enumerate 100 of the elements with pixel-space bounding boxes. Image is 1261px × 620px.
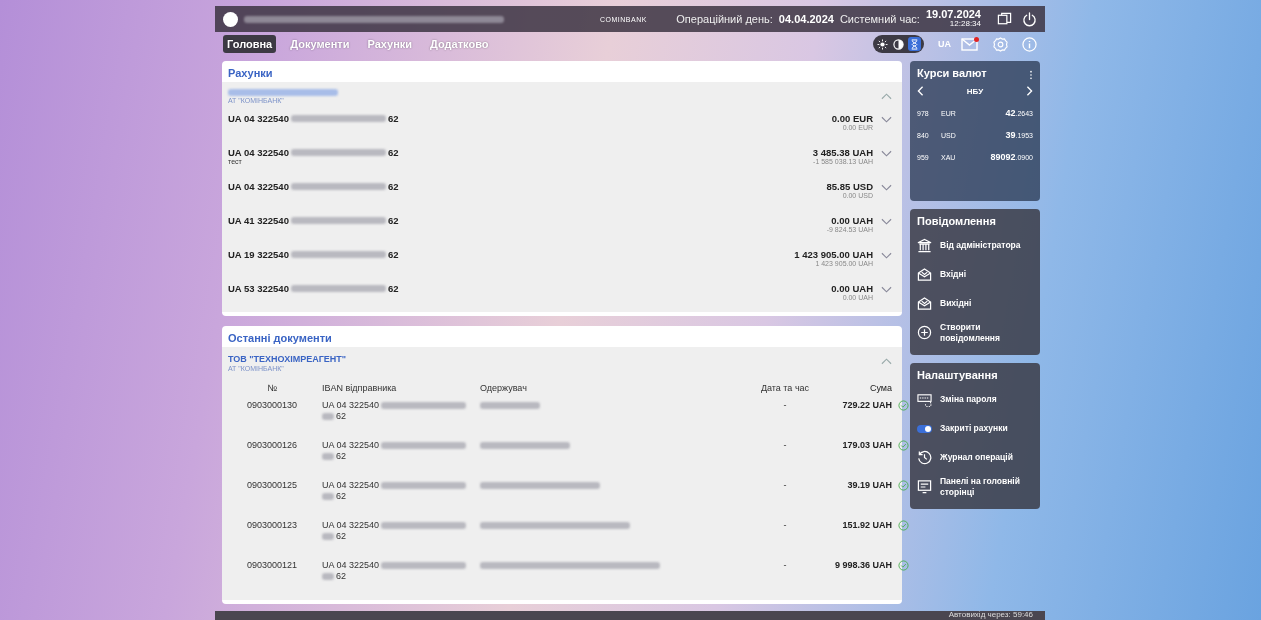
document-number: 0903000121 <box>245 560 299 570</box>
redacted-iban <box>322 413 334 420</box>
rate-source: НБУ <box>966 86 984 96</box>
account-balance: 3 485.38 UAH <box>812 147 873 158</box>
chevron-icon[interactable] <box>881 252 892 260</box>
column-header: Одержувач <box>480 383 528 393</box>
iban-prefix: UA 19 322540 <box>228 249 289 260</box>
iban-suffix: 62 <box>387 147 399 158</box>
menu-link[interactable]: Вихідні <box>940 298 972 309</box>
windows-icon[interactable] <box>997 11 1012 27</box>
card-title: Повідомлення <box>917 215 997 227</box>
check-circle-icon <box>898 560 909 571</box>
menu-link[interactable]: Панелі на головній сторінці <box>940 475 1033 498</box>
iban-suffix: 62 <box>336 411 346 422</box>
company-name: ТОВ "ТЕХНОХІМРЕАГЕНТ" <box>228 354 347 364</box>
sun-icon[interactable] <box>876 37 889 51</box>
mail-icon[interactable] <box>961 37 979 51</box>
panel-title: Останні документи <box>227 331 333 346</box>
operating-day: 04.04.2024 <box>778 13 834 25</box>
document-amount: 729.22 UAH <box>841 400 892 410</box>
bank-building-icon <box>917 238 932 253</box>
card-title: Курси валют <box>917 67 987 79</box>
document-date: - <box>782 440 788 450</box>
iban-suffix: 62 <box>336 451 346 462</box>
iban-suffix: 62 <box>336 531 346 542</box>
chevron-icon[interactable] <box>881 286 892 294</box>
column-header: IBAN відправника <box>322 383 398 393</box>
iban-prefix: UA 04 322540 <box>322 480 380 491</box>
next-icon[interactable] <box>1026 86 1033 96</box>
check-circle-icon <box>898 400 909 411</box>
system-date: 19.07.2024 <box>925 9 981 19</box>
redacted-iban <box>322 533 334 540</box>
chevron-icon[interactable] <box>881 184 892 192</box>
previous-icon[interactable] <box>917 86 924 96</box>
menu-link[interactable]: Створити повідомлення <box>940 321 1033 344</box>
chevron-icon[interactable] <box>881 218 892 226</box>
redacted-iban <box>322 493 334 500</box>
keyboard-icon <box>917 392 932 407</box>
document-amount: 39.19 UAH <box>846 480 892 490</box>
column-header: Дата та час <box>759 383 811 393</box>
iban-prefix: UA 04 322540 <box>228 147 289 158</box>
plus-circle-icon <box>917 325 932 340</box>
open-envelope-icon <box>917 267 932 282</box>
history-icon <box>917 450 932 465</box>
iban-suffix: 62 <box>387 283 399 294</box>
document-date: - <box>782 560 788 570</box>
document-amount: 151.92 UAH <box>841 520 892 530</box>
nav-tab[interactable]: Головна <box>223 35 277 53</box>
document-number: 0903000126 <box>245 440 299 450</box>
check-circle-icon <box>898 440 909 451</box>
account-balance: 0.00 UAH <box>831 215 873 226</box>
half-moon-icon[interactable] <box>892 37 905 51</box>
iban-prefix: UA 53 322540 <box>228 283 289 294</box>
iban-prefix: UA 04 322540 <box>322 560 380 571</box>
card-title: Налаштування <box>917 369 999 381</box>
account-balance: 0.00 EUR <box>831 113 873 124</box>
open-envelope-icon <box>917 296 932 311</box>
menu-link[interactable]: Зміна пароля <box>940 394 997 405</box>
menu-link[interactable]: Журнал операцій <box>940 452 1013 463</box>
menu-link[interactable]: Від адміністратора <box>940 240 1021 251</box>
chevron-icon[interactable] <box>881 116 892 124</box>
power-icon[interactable] <box>1022 11 1037 27</box>
document-amount: 179.03 UAH <box>841 440 892 450</box>
iban-prefix: UA 41 322540 <box>228 215 289 226</box>
iban-suffix: 62 <box>387 113 399 124</box>
check-circle-icon <box>898 520 909 531</box>
operating-day-label: Операційний день: <box>676 13 773 25</box>
menu-link[interactable]: Вхідні <box>940 269 966 280</box>
iban-suffix: 62 <box>336 491 346 502</box>
redacted-iban <box>322 453 334 460</box>
document-date: - <box>782 400 788 410</box>
monitor-icon <box>917 479 932 494</box>
document-amount: 9 998.36 UAH <box>833 560 892 570</box>
document-date: - <box>782 520 788 530</box>
menu-link[interactable]: Закриті рахунки <box>940 423 1008 434</box>
account-balance: 1 423 905.00 UAH <box>794 249 873 260</box>
document-number: 0903000130 <box>245 400 299 410</box>
check-circle-icon <box>898 480 909 491</box>
iban-prefix: UA 04 322540 <box>228 181 289 192</box>
chevron-icon[interactable] <box>881 150 892 158</box>
autologout-timer: Автовихід через: 59:46 <box>948 610 1033 619</box>
iban-suffix: 62 <box>387 215 399 226</box>
iban-suffix: 62 <box>336 571 346 582</box>
hourglass-icon[interactable] <box>908 37 921 51</box>
redacted-iban <box>322 573 334 580</box>
iban-prefix: UA 04 322540 <box>228 113 289 124</box>
system-time-label: Системний час: <box>839 13 920 25</box>
panel-title: Рахунки <box>227 66 274 81</box>
column-header: Сума <box>868 383 892 393</box>
iban-suffix: 62 <box>387 181 399 192</box>
account-balance: 85.85 USD <box>826 181 873 192</box>
column-header: № <box>266 383 278 393</box>
more-icon[interactable] <box>1029 70 1033 80</box>
system-time: 12:28:34 <box>949 19 981 29</box>
avatar-icon <box>223 11 238 27</box>
iban-prefix: UA 04 322540 <box>322 520 380 531</box>
redacted-recipient <box>480 402 540 410</box>
document-number: 0903000123 <box>245 520 299 530</box>
account-balance: 0.00 UAH <box>831 283 873 294</box>
toggle-switch[interactable] <box>917 424 932 433</box>
